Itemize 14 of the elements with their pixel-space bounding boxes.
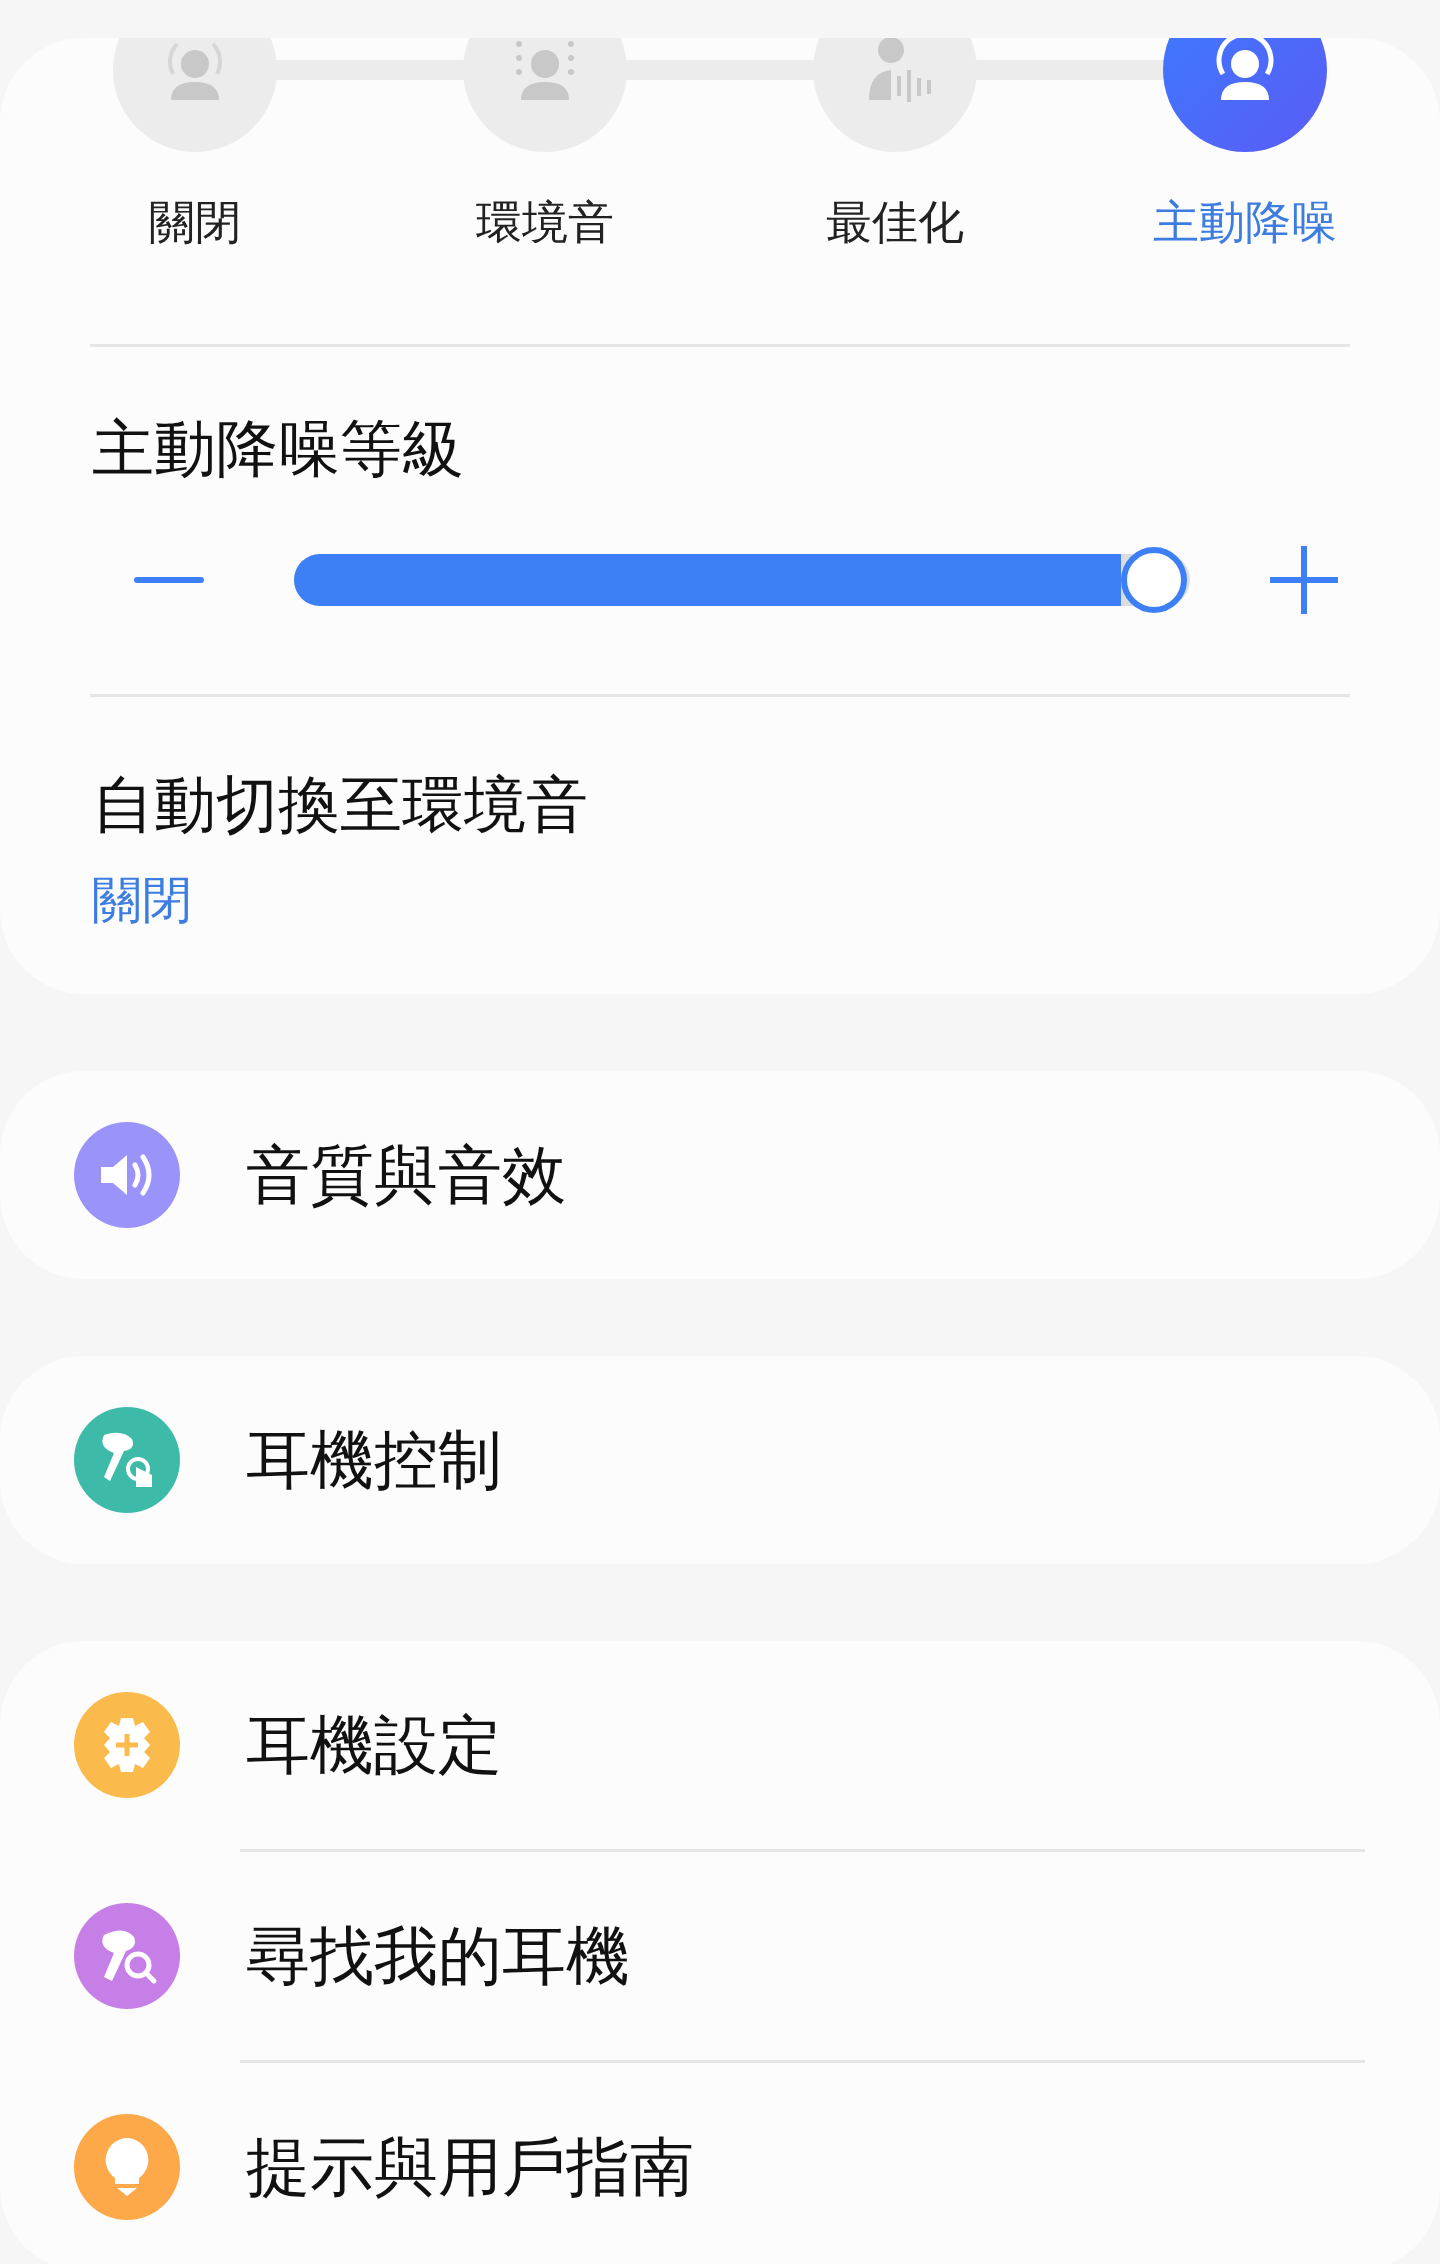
mode-option[interactable]: 環境音 — [370, 38, 720, 254]
mode-option[interactable]: 最佳化 — [720, 38, 1070, 254]
menu-item[interactable]: 耳機控制 — [0, 1356, 1440, 1564]
auto-switch-setting[interactable]: 自動切換至環境音 關閉 — [0, 697, 1440, 994]
menu-item[interactable]: 耳機設定 — [0, 1641, 1440, 1849]
section-title: 主動降噪等級 — [92, 411, 465, 487]
menu-item[interactable]: 尋找我的耳機 — [0, 1852, 1440, 2060]
menu-item[interactable]: 音質與音效 — [0, 1071, 1440, 1279]
slider-track[interactable] — [294, 547, 1190, 613]
menu-item[interactable]: 提示與用戶指南 — [0, 2063, 1440, 2264]
minus-icon[interactable] — [134, 576, 204, 584]
plus-icon[interactable] — [1270, 546, 1338, 614]
mode-option[interactable]: 主動降噪 — [1070, 38, 1420, 254]
mode-option[interactable]: 關閉 — [20, 38, 370, 254]
